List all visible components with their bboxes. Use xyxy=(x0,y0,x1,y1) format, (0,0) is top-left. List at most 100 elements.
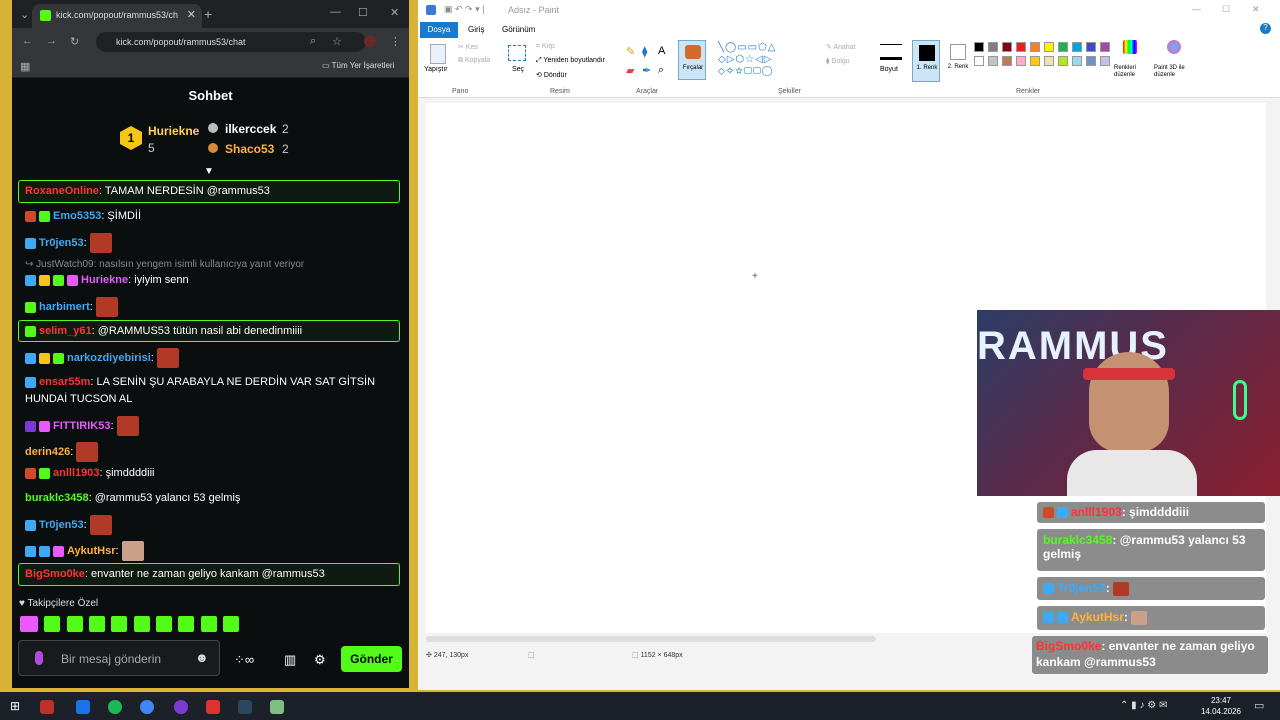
selection-size-icon: ⬚ xyxy=(528,652,535,659)
leader-2-name[interactable]: ilkercсek xyxy=(225,122,276,136)
back-icon[interactable]: ← xyxy=(22,35,33,47)
paint3d-icon[interactable] xyxy=(1167,40,1181,54)
browser-tab[interactable]: kick.com/popout/rammus53/ch ✕ xyxy=(32,4,202,28)
fill-bucket-icon[interactable]: ⧫ xyxy=(642,45,647,58)
clipboard-icon[interactable] xyxy=(430,44,446,64)
leader-1-name[interactable]: Huriekne xyxy=(148,124,199,138)
color-swatch[interactable] xyxy=(1100,56,1110,66)
chat-input[interactable]: Bir mesaj gönderin ☻ xyxy=(18,640,220,676)
app-explorer-icon[interactable] xyxy=(76,700,90,714)
paint-minimize-icon[interactable]: — xyxy=(1192,4,1201,14)
color-swatch[interactable] xyxy=(1030,42,1040,52)
paste-button[interactable]: Yapıştır xyxy=(424,66,448,73)
app-paint-icon[interactable] xyxy=(270,700,284,714)
tray-icons[interactable]: ⌃ ▮ ♪ ⚙ ✉ xyxy=(1120,700,1167,711)
color-swatch[interactable] xyxy=(1058,56,1068,66)
crop-button[interactable]: ⌗ Kırp xyxy=(536,43,555,51)
close-window-icon[interactable]: ✕ xyxy=(390,6,399,19)
shapes-gallery[interactable]: ╲◯▭▭⬠△ ◇▷⬡☆◁▷ ⬦✧☆▢▢◯ xyxy=(718,42,814,80)
profile-avatar[interactable] xyxy=(364,35,376,47)
color-swatch[interactable] xyxy=(1030,56,1040,66)
help-icon[interactable]: ? xyxy=(1260,23,1271,34)
menu-file[interactable]: Dosya xyxy=(420,22,458,38)
text-tool-icon[interactable]: A xyxy=(658,45,665,57)
brushes-button[interactable]: Fırçalar xyxy=(678,40,706,80)
menu-view[interactable]: Görünüm xyxy=(502,25,535,34)
all-bookmarks[interactable]: ▭ Tüm Yer İşaretleri xyxy=(322,61,394,70)
horizontal-scrollbar[interactable] xyxy=(426,636,876,642)
color-swatch[interactable] xyxy=(1072,42,1082,52)
rotate-button[interactable]: ⟲ Döndür xyxy=(536,71,567,79)
chat-message: Tr0jen53: xyxy=(25,515,112,535)
cut-button[interactable]: ✂ Kes xyxy=(458,43,478,51)
leader-3-name[interactable]: Shaco53 xyxy=(225,142,274,156)
outline-button[interactable]: ✎ Anahat xyxy=(826,43,856,51)
color-swatch[interactable] xyxy=(1086,42,1096,52)
close-tab-icon[interactable]: ✕ xyxy=(187,8,196,21)
apps-grid-icon[interactable]: ▦ xyxy=(20,60,30,73)
minimize-icon[interactable]: — xyxy=(330,6,341,18)
expand-leaderboard-icon[interactable]: ▼ xyxy=(204,166,214,177)
paint-close-icon[interactable]: ✕ xyxy=(1252,4,1260,15)
notifications-icon[interactable]: ▭ xyxy=(1254,699,1264,712)
maximize-icon[interactable]: ☐ xyxy=(358,6,368,19)
start-icon[interactable]: ⊞ xyxy=(10,699,20,713)
chat-message-continued: HUNDAİ TUCSON AL xyxy=(25,393,133,405)
paint-maximize-icon[interactable]: ☐ xyxy=(1222,4,1230,15)
color-swatch[interactable] xyxy=(1072,56,1082,66)
new-tab-icon[interactable]: + xyxy=(204,6,212,22)
size-icon[interactable] xyxy=(880,44,902,60)
color-swatch[interactable] xyxy=(1044,56,1054,66)
mic-icon[interactable] xyxy=(35,651,43,665)
select-button[interactable]: Seç xyxy=(512,66,524,73)
color-swatch[interactable] xyxy=(1002,42,1012,52)
color-swatch[interactable] xyxy=(974,56,984,66)
copy-button[interactable]: ⧉ Kopyala xyxy=(458,57,490,65)
store-icon[interactable]: ▥ xyxy=(284,652,296,668)
color-swatch[interactable] xyxy=(1044,42,1054,52)
app-youtube-icon[interactable] xyxy=(206,700,220,714)
clock[interactable]: 23:47 14.04.2026 xyxy=(1196,695,1246,717)
zoom-icon[interactable]: ⌕ xyxy=(310,35,316,48)
settings-gear-icon[interactable]: ⚙ xyxy=(314,652,326,668)
paint3d-button[interactable]: Paint 3D ile düzenle xyxy=(1154,65,1200,79)
edit-colors-icon[interactable] xyxy=(1123,40,1137,54)
tab-search-icon[interactable]: ⌄ xyxy=(20,8,29,21)
color-swatch[interactable] xyxy=(1086,56,1096,66)
app-obs-icon[interactable] xyxy=(174,700,188,714)
magnifier-icon[interactable]: ⌕ xyxy=(658,64,664,77)
pencil-icon[interactable]: ✎ xyxy=(626,45,635,58)
bookmark-star-icon[interactable]: ☆ xyxy=(332,35,342,48)
color-swatch[interactable] xyxy=(1016,42,1026,52)
color-swatch[interactable] xyxy=(1100,42,1110,52)
menu-icon[interactable]: ⋮ xyxy=(390,35,401,48)
app-chrome-icon[interactable] xyxy=(140,700,154,714)
forward-icon[interactable]: → xyxy=(46,35,57,47)
color-swatch[interactable] xyxy=(974,42,984,52)
url-field[interactable]: kick.com/popout/rammus53/chat xyxy=(96,32,366,52)
fill-button[interactable]: ⧫ Dolgu xyxy=(826,57,850,65)
color-swatch[interactable] xyxy=(1058,42,1068,52)
quick-access-icons[interactable]: ▣ ↶ ↷ ▾ | xyxy=(444,4,484,15)
select-icon[interactable] xyxy=(508,45,526,61)
size-button[interactable]: Boyut xyxy=(880,66,898,73)
color-swatch[interactable] xyxy=(988,56,998,66)
app-spotify-icon[interactable] xyxy=(108,700,122,714)
emoji-icon[interactable]: ☻ xyxy=(195,650,209,665)
app-voicemeeter-icon[interactable] xyxy=(40,700,54,714)
app-steam-icon[interactable] xyxy=(238,700,252,714)
color-swatch[interactable] xyxy=(1016,56,1026,66)
eraser-icon[interactable]: ▰ xyxy=(626,64,634,77)
color-picker-icon[interactable]: ✒ xyxy=(642,64,651,77)
extensions-icon[interactable]: ⁘∞ xyxy=(234,652,254,668)
overlay-message: buraklc3458: @rammu53 yalancı 53 gelmiş xyxy=(1037,529,1265,571)
color1-button[interactable]: 1. Renk xyxy=(912,40,940,82)
menu-home[interactable]: Giriş xyxy=(468,25,484,34)
color2-button[interactable]: 2. Renk xyxy=(944,40,972,82)
resize-button[interactable]: ⤢ Yeniden boyutlandır xyxy=(536,57,605,65)
edit-colors-button[interactable]: Renkleri düzenle xyxy=(1114,65,1146,79)
color-swatch[interactable] xyxy=(1002,56,1012,66)
reload-icon[interactable]: ↻ xyxy=(70,35,79,48)
send-button[interactable]: Gönder xyxy=(341,646,402,672)
color-swatch[interactable] xyxy=(988,42,998,52)
